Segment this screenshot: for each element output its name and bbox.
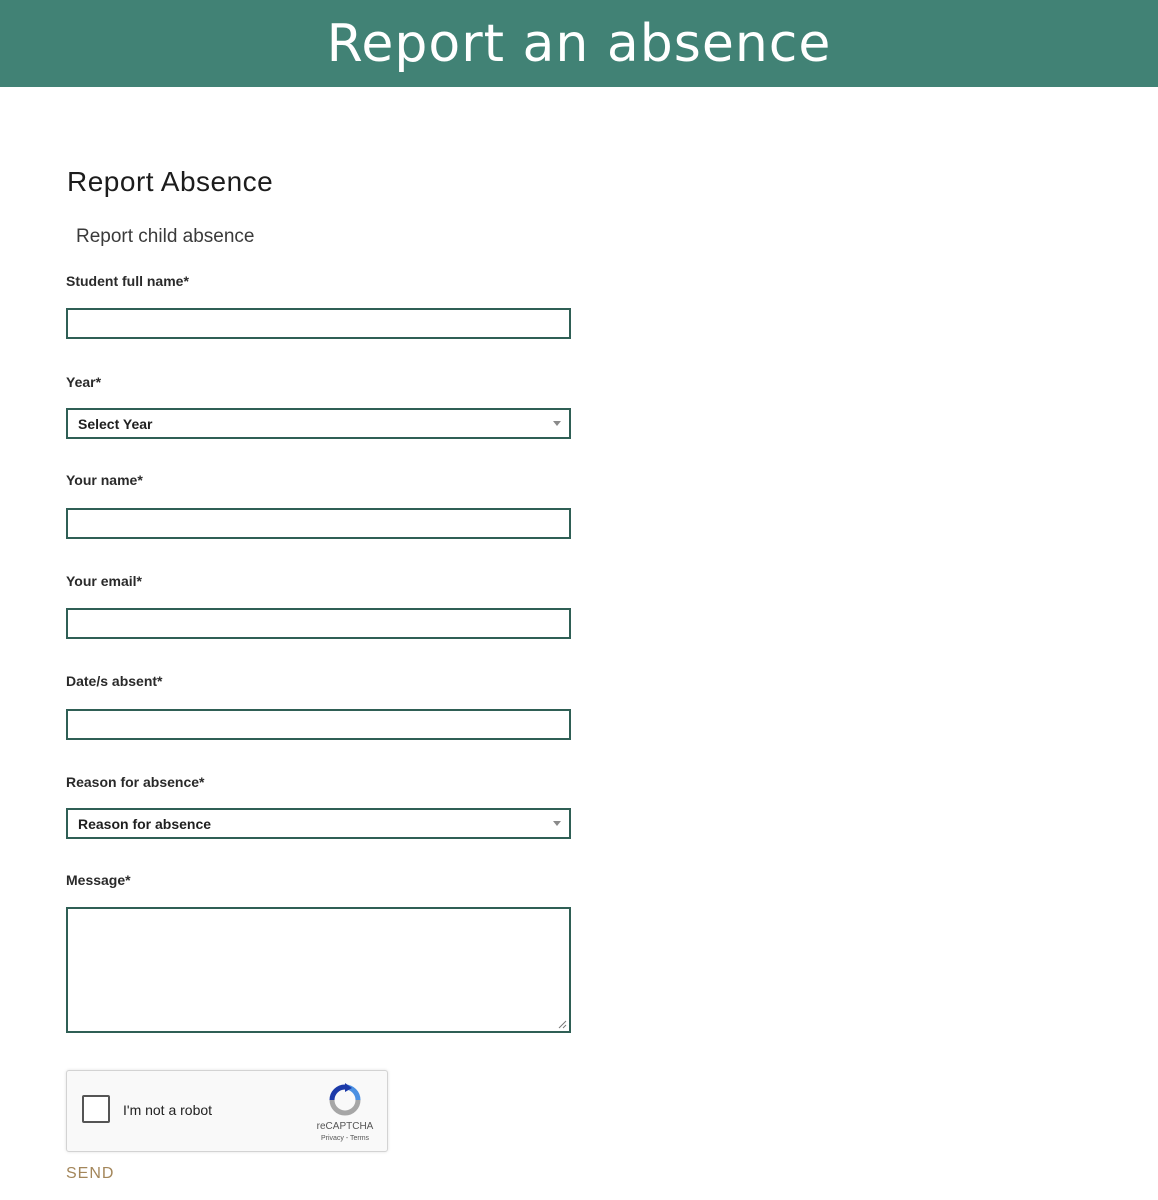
year-select-value: Select Year bbox=[78, 415, 153, 432]
recaptcha-label: I'm not a robot bbox=[123, 1102, 213, 1118]
message-textarea[interactable] bbox=[66, 907, 571, 1033]
your-email-input[interactable] bbox=[66, 608, 571, 639]
chevron-down-icon bbox=[553, 421, 561, 426]
year-select[interactable]: Select Year bbox=[66, 408, 571, 439]
recaptcha-checkbox[interactable] bbox=[82, 1095, 110, 1123]
chevron-down-icon bbox=[553, 821, 561, 826]
resize-handle-icon[interactable] bbox=[558, 1020, 567, 1029]
reason-select-value: Reason for absence bbox=[78, 815, 212, 832]
message-label: Message* bbox=[66, 872, 131, 888]
form-subtitle: Report child absence bbox=[76, 226, 255, 247]
reason-select[interactable]: Reason for absence bbox=[66, 808, 571, 839]
student-name-input[interactable] bbox=[66, 308, 571, 339]
year-label: Year* bbox=[66, 374, 102, 390]
recaptcha-widget: I'm not a robot reCAPTCHA Privacy - Term… bbox=[66, 1070, 388, 1152]
student-name-label: Student full name* bbox=[66, 273, 189, 289]
form-title: Report Absence bbox=[67, 166, 274, 197]
your-email-label: Your email* bbox=[66, 573, 142, 589]
recaptcha-logo-icon bbox=[329, 1083, 361, 1116]
your-name-input[interactable] bbox=[66, 508, 571, 539]
your-name-label: Your name* bbox=[66, 472, 143, 488]
dates-absent-label: Date/s absent* bbox=[66, 673, 163, 689]
reason-label: Reason for absence* bbox=[66, 774, 205, 790]
page-title: Report an absence bbox=[326, 13, 832, 74]
recaptcha-brand: reCAPTCHA bbox=[316, 1121, 374, 1132]
dates-absent-input[interactable] bbox=[66, 709, 571, 740]
page-banner: Report an absence bbox=[0, 0, 1158, 87]
send-button[interactable]: SEND bbox=[66, 1165, 114, 1183]
recaptcha-links[interactable]: Privacy - Terms bbox=[307, 1135, 383, 1142]
